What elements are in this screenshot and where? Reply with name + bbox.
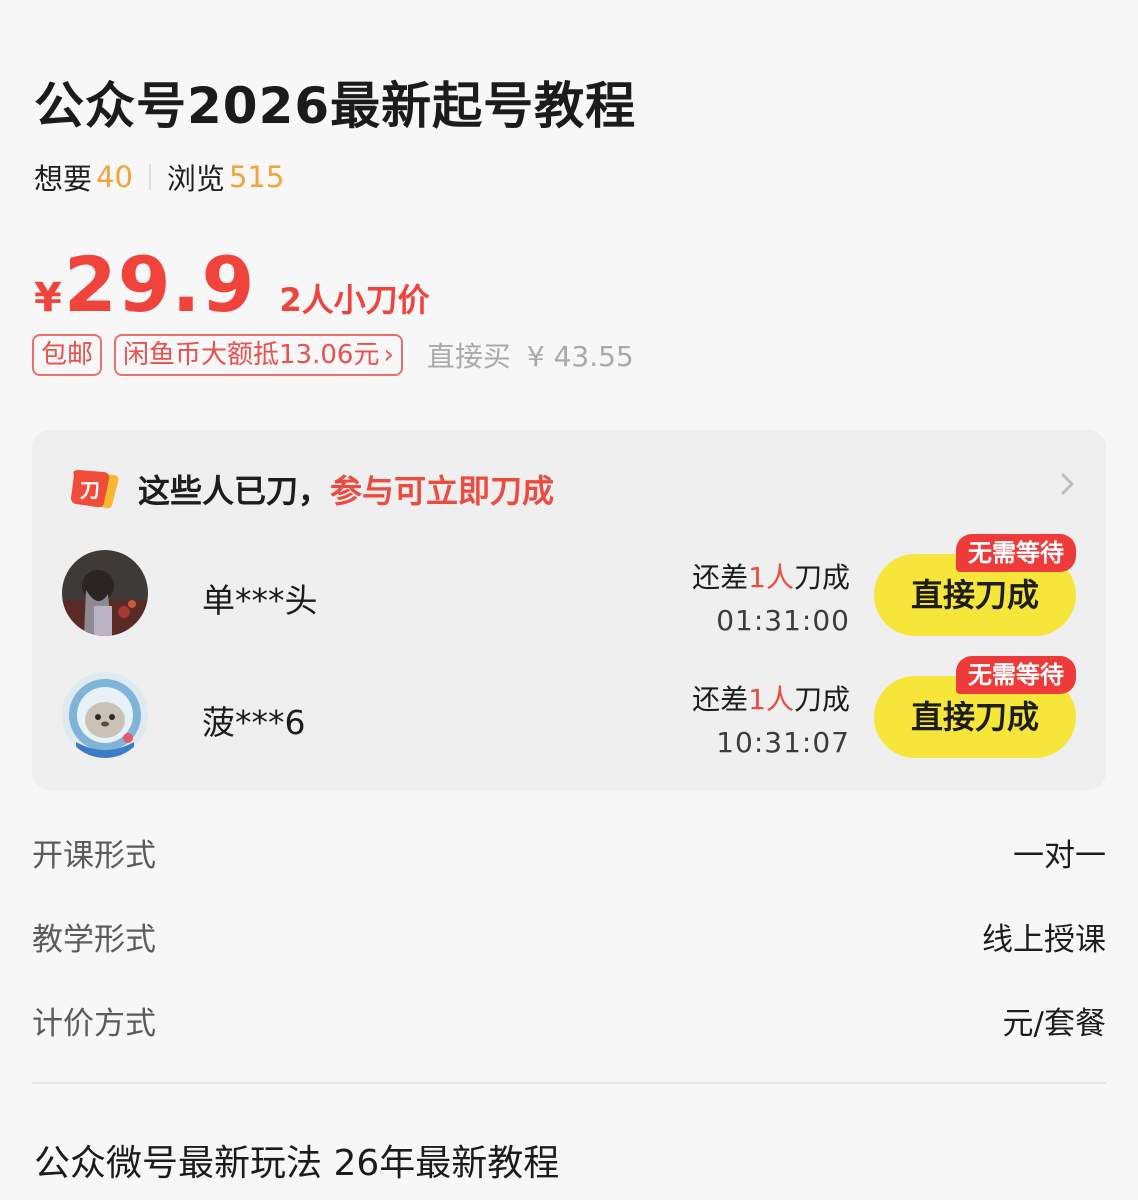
remain-prefix: 还差 xyxy=(692,561,749,594)
coin-discount-tag[interactable]: 闲鱼币大额抵13.06元 › xyxy=(114,334,403,376)
product-stats: 想要 40 浏览 515 xyxy=(34,156,284,198)
coin-discount-label: 闲鱼币大额抵13.06元 xyxy=(123,340,380,370)
direct-bargain-label: 直接刀成 xyxy=(910,698,1039,736)
chevron-right-icon: › xyxy=(383,340,394,370)
direct-buy-label: 直接买 xyxy=(426,340,511,373)
chevron-right-icon[interactable] xyxy=(1054,470,1082,498)
group-price: 29.9 xyxy=(63,240,256,329)
group-price-label: 2人小刀价 xyxy=(279,281,430,319)
no-wait-badge: 无需等待 xyxy=(956,534,1076,572)
want-label: 想要 xyxy=(34,162,93,196)
direct-bargain-label: 直接刀成 xyxy=(910,576,1039,614)
bargain-row: 菠***6 还差1人刀成 10:31:07 直接刀成 无需等待 xyxy=(62,656,1076,762)
property-key: 开课形式 xyxy=(32,837,156,874)
direct-buy[interactable]: 直接买 ¥ 43.55 xyxy=(427,335,634,375)
bargain-user-name: 单***头 xyxy=(202,581,318,620)
view-count: 515 xyxy=(228,160,285,194)
property-value: 一对一 xyxy=(1013,837,1106,874)
remain-count: 1人 xyxy=(748,561,794,594)
product-title: 公众号2026最新起号教程 xyxy=(34,77,637,135)
want-count: 40 xyxy=(96,160,133,194)
remaining-info: 还差1人刀成 01:31:00 xyxy=(692,556,850,637)
user-avatar xyxy=(62,550,148,636)
bargain-heading-text: 这些人已刀， xyxy=(138,472,331,510)
direct-bargain-button[interactable]: 直接刀成 无需等待 xyxy=(874,656,1076,758)
remaining-info: 还差1人刀成 10:31:07 xyxy=(692,678,850,759)
property-key: 计价方式 xyxy=(32,1005,156,1042)
bargain-user-name: 菠***6 xyxy=(202,703,306,742)
remain-suffix: 刀成 xyxy=(793,561,850,594)
stats-divider xyxy=(148,164,151,190)
property-value: 线上授课 xyxy=(982,921,1106,958)
remain-prefix: 还差 xyxy=(692,683,749,716)
tags-row: 包邮 闲鱼币大额抵13.06元 › 直接买 ¥ 43.55 xyxy=(32,334,634,376)
bargain-row: 单***头 还差1人刀成 01:31:00 直接刀成 无需等待 xyxy=(62,534,1076,640)
countdown-timer: 01:31:00 xyxy=(716,604,850,637)
product-description: 公众微号最新玩法 26年最新教程 xyxy=(34,1143,560,1184)
user-avatar xyxy=(62,672,148,758)
property-key: 教学形式 xyxy=(32,921,156,958)
view-label: 浏览 xyxy=(166,162,225,196)
property-list: 开课形式 一对一 教学形式 线上授课 计价方式 元/套餐 xyxy=(32,810,1106,1062)
currency-symbol: ¥ xyxy=(34,275,62,321)
product-detail-page: 公众号2026最新起号教程 想要 40 浏览 515 ¥ 29.9 2人小刀价 … xyxy=(0,0,1138,1200)
bargain-heading-highlight: 参与可立即刀成 xyxy=(330,472,555,510)
property-row: 开课形式 一对一 xyxy=(32,810,1106,894)
countdown-timer: 10:31:07 xyxy=(716,726,850,759)
property-row: 计价方式 元/套餐 xyxy=(32,978,1106,1062)
section-divider xyxy=(32,1082,1106,1084)
remain-suffix: 刀成 xyxy=(793,683,850,716)
remain-count: 1人 xyxy=(748,683,794,716)
svg-text:刀: 刀 xyxy=(80,478,100,502)
direct-bargain-button[interactable]: 直接刀成 无需等待 xyxy=(874,534,1076,636)
no-wait-badge: 无需等待 xyxy=(956,656,1076,694)
free-shipping-tag: 包邮 xyxy=(32,334,103,376)
bargain-panel[interactable]: 刀 这些人已刀， 参与可立即刀成 单***头 还差1人刀成 01:31:00 直… xyxy=(32,430,1106,790)
knife-badge-icon: 刀 xyxy=(68,467,122,511)
bargain-heading: 刀 这些人已刀， 参与可立即刀成 xyxy=(68,466,554,512)
property-row: 教学形式 线上授课 xyxy=(32,894,1106,978)
price-row: ¥ 29.9 2人小刀价 xyxy=(34,240,430,329)
property-value: 元/套餐 xyxy=(1002,1005,1106,1042)
direct-buy-price: ¥ 43.55 xyxy=(526,340,634,373)
